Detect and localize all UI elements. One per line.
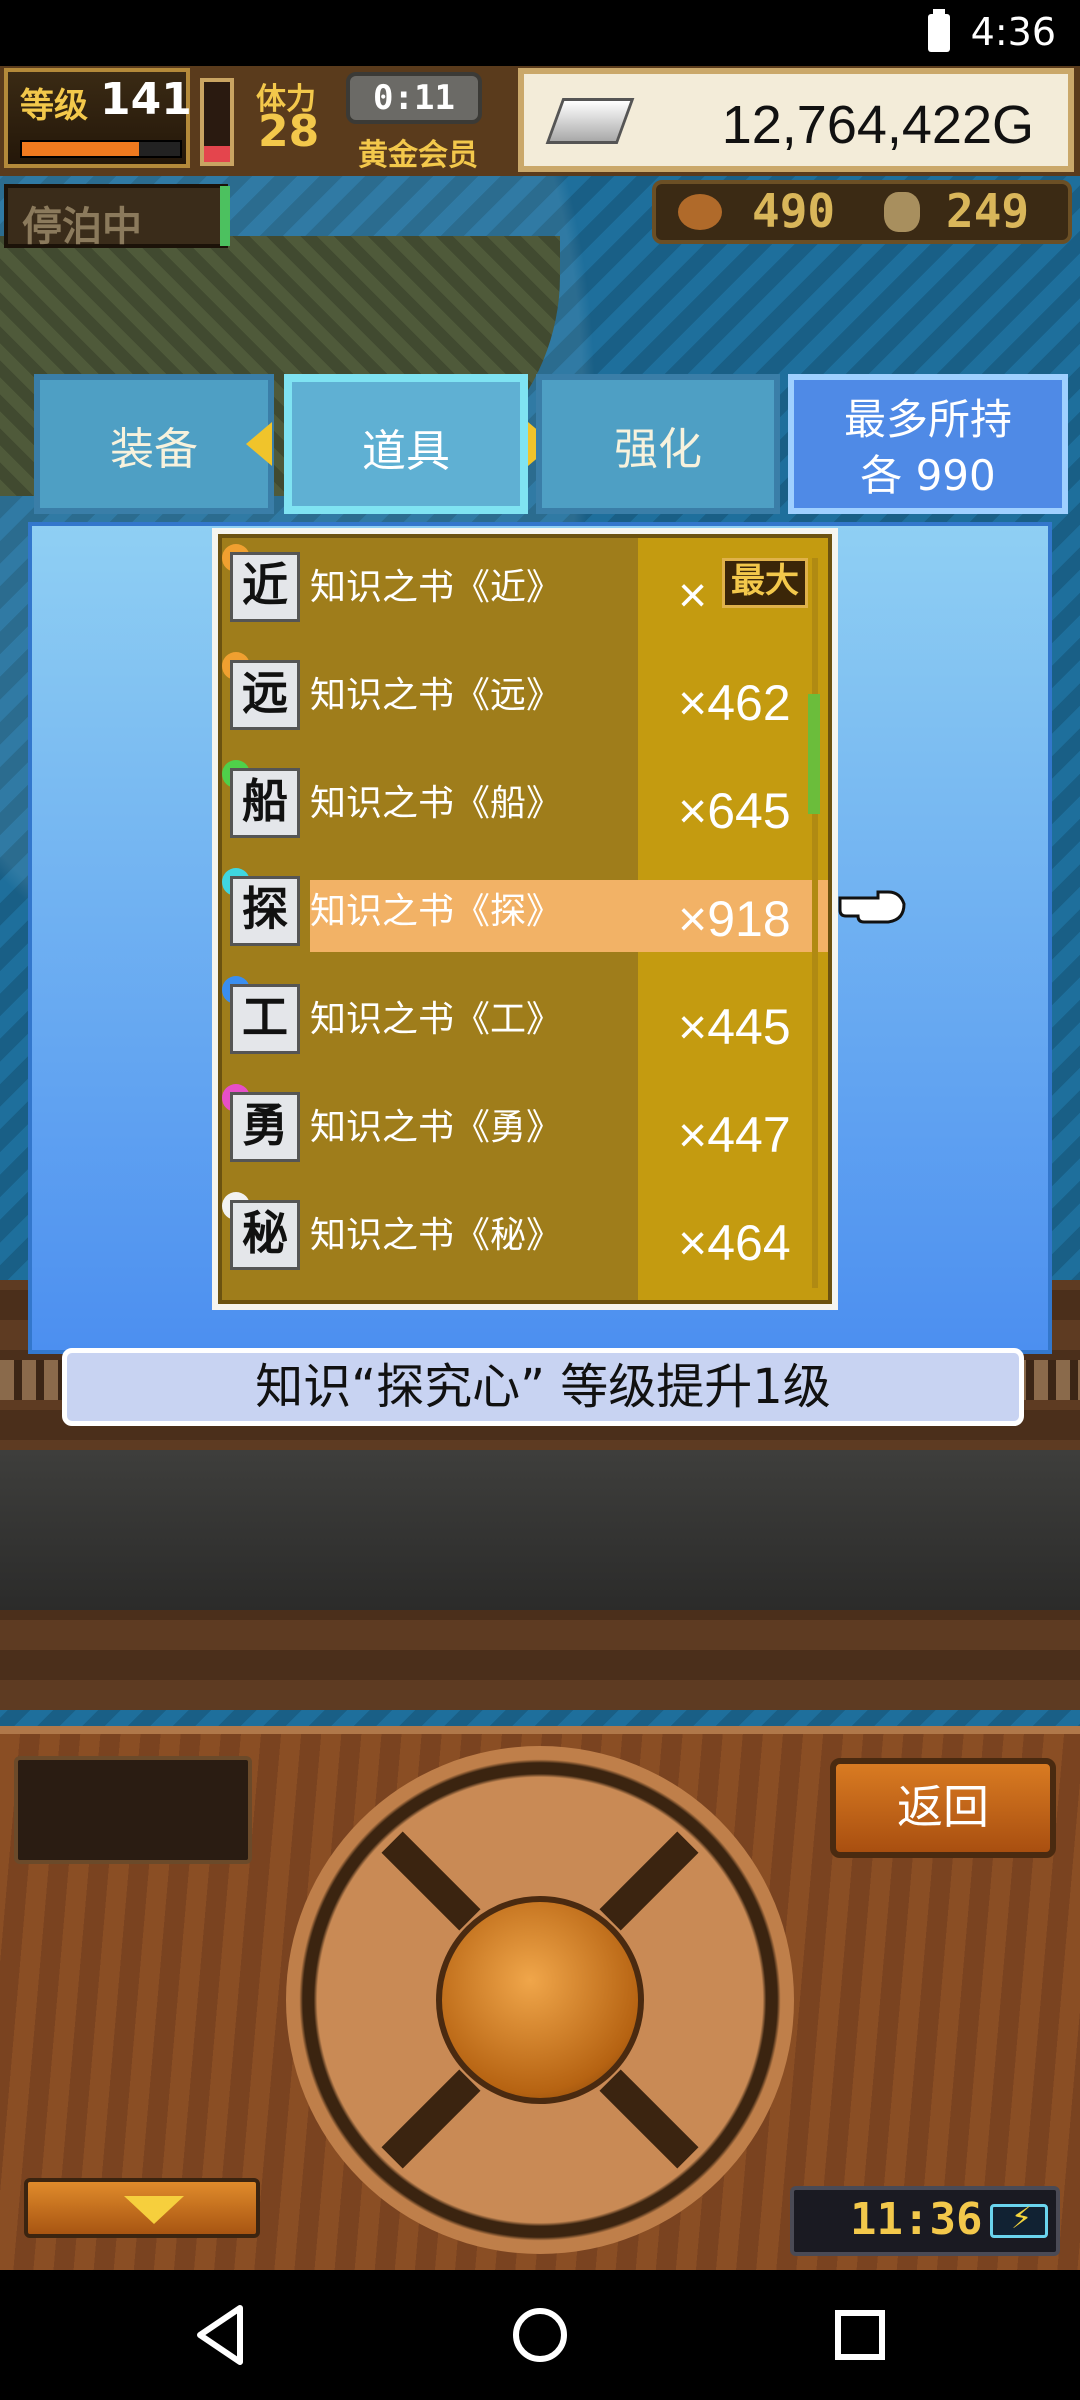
message-bar: 知识“探究心” 等级提升1级	[62, 1348, 1024, 1426]
stamina-gauge	[200, 78, 234, 166]
tab-items[interactable]: 道具	[284, 374, 528, 514]
exp-bar	[20, 140, 182, 158]
level-panel: 等级 141	[4, 68, 192, 168]
level-label: 等级	[20, 86, 88, 126]
back-triangle-icon[interactable]	[162, 2270, 282, 2400]
book-icon: 勇	[230, 1092, 300, 1162]
list-item[interactable]: 秘 知识之书《秘》 ×464	[222, 1186, 828, 1294]
money-panel: 12,764,422G	[518, 68, 1074, 172]
list-item[interactable]: 勇 知识之书《勇》 ×447	[222, 1078, 828, 1186]
dpad-divider	[381, 1831, 481, 1931]
food-value: 490	[752, 184, 836, 238]
item-dialog: 装备 道具 强化 最多所持 各 990 近 知识之书《近》 × 最大 远 知识之…	[28, 374, 1068, 1354]
wood-icon	[884, 192, 920, 232]
max-hold-info: 最多所持 各 990	[788, 374, 1068, 514]
item-name: 知识之书《船》	[310, 783, 563, 824]
item-name: 知识之书《近》	[310, 567, 563, 608]
book-icon: 工	[230, 984, 300, 1054]
dpad-divider	[599, 2069, 699, 2169]
item-quantity: ×447	[678, 1107, 791, 1163]
member-label: 黄金会员	[358, 138, 478, 173]
item-quantity: ×462	[678, 675, 791, 731]
dpad-divider	[599, 1831, 699, 1931]
docked-badge: 停泊中	[4, 184, 228, 250]
book-icon: 船	[230, 768, 300, 838]
book-icon: 远	[230, 660, 300, 730]
max-hold-value: 各 990	[860, 451, 996, 500]
docked-label: 停泊中	[22, 204, 142, 250]
level-value: 141	[100, 74, 192, 125]
recents-square-icon[interactable]	[800, 2270, 920, 2400]
ship-hull	[0, 1450, 1080, 1610]
battery-icon	[928, 9, 950, 52]
hand-pointer-icon	[838, 890, 906, 924]
status-indicator	[220, 186, 230, 246]
dpad-center-button[interactable]	[436, 1896, 644, 2104]
resources-panel: 490 249	[652, 180, 1072, 244]
triangle-down-icon	[124, 2196, 184, 2224]
item-list[interactable]: 近 知识之书《近》 × 最大 远 知识之书《远》 ×462 船 知识之书《船》 …	[218, 534, 832, 1304]
item-name: 知识之书《工》	[310, 999, 563, 1040]
item-quantity: ×645	[678, 783, 791, 839]
max-badge: 最大	[722, 558, 808, 608]
money-value: 12,764,422G	[721, 95, 1034, 155]
exp-fill	[22, 142, 139, 156]
menu-toggle-button[interactable]	[24, 2178, 260, 2238]
item-quantity: ×	[678, 567, 708, 623]
stamina-value: 28	[258, 106, 320, 157]
tab-equipment[interactable]: 装备	[34, 374, 274, 514]
book-icon: 探	[230, 876, 300, 946]
back-button[interactable]: 返回	[830, 1758, 1056, 1858]
book-icon: 近	[230, 552, 300, 622]
scrollbar-thumb[interactable]	[808, 694, 820, 814]
book-icon: 秘	[230, 1200, 300, 1270]
dpad-divider	[381, 2069, 481, 2169]
list-item[interactable]: 远 知识之书《远》 ×462	[222, 646, 828, 754]
list-item[interactable]: 近 知识之书《近》 × 最大	[222, 538, 828, 646]
food-icon	[678, 194, 722, 230]
max-hold-title: 最多所持	[843, 395, 1012, 444]
item-name: 知识之书《秘》	[310, 1215, 563, 1256]
item-name: 知识之书《探》	[310, 891, 563, 932]
game-clock: 11:36 ⚡	[790, 2186, 1060, 2256]
silver-ingot-icon	[545, 98, 635, 144]
battery-charging-icon: ⚡	[990, 2201, 1048, 2238]
navigation-bar	[0, 2270, 1080, 2400]
status-time: 4:36	[970, 10, 1056, 54]
item-quantity: ×445	[678, 999, 791, 1055]
home-circle-icon[interactable]	[480, 2270, 600, 2400]
tab-left-arrow-icon[interactable]	[246, 422, 272, 466]
item-list-frame: 近 知识之书《近》 × 最大 远 知识之书《远》 ×462 船 知识之书《船》 …	[212, 528, 838, 1310]
empty-slot[interactable]	[14, 1756, 252, 1864]
item-name: 知识之书《远》	[310, 675, 563, 716]
list-item[interactable]: 船 知识之书《船》 ×645	[222, 754, 828, 862]
timer-display: 0:11	[346, 72, 482, 124]
item-quantity: ×464	[678, 1215, 791, 1271]
status-bar: 4:36	[0, 0, 1080, 66]
item-quantity: ×918	[678, 891, 791, 947]
scrollbar-track[interactable]	[812, 558, 818, 1288]
stamina-fill	[204, 146, 230, 162]
list-item[interactable]: 工 知识之书《工》 ×445	[222, 970, 828, 1078]
wood-value: 249	[946, 184, 1030, 238]
tab-enhance[interactable]: 强化	[536, 374, 780, 514]
list-item-selected[interactable]: 探 知识之书《探》 ×918	[222, 862, 828, 970]
clock-value: 11:36	[850, 2194, 983, 2245]
item-name: 知识之书《勇》	[310, 1107, 563, 1148]
